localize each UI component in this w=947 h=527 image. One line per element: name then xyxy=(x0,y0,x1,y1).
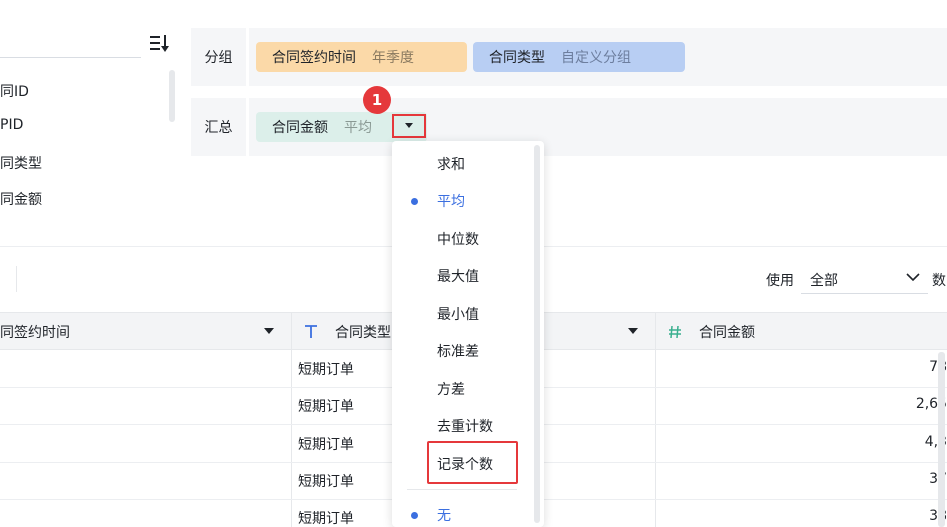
field-item[interactable]: PID xyxy=(0,117,23,133)
group-chip-contract-type[interactable]: 合同类型 自定义分组 xyxy=(473,42,685,72)
summary-drop-area[interactable]: 合同金额 平均 xyxy=(249,98,947,156)
column-separator xyxy=(655,312,656,527)
cell-contract-type: 短期订单 xyxy=(298,437,354,453)
chip-aggregation: 平均 xyxy=(344,120,372,136)
group-drop-area[interactable]: 合同签约时间 年季度 合同类型 自定义分组 xyxy=(249,28,947,86)
cell-contract-type: 短期订单 xyxy=(298,399,354,415)
selected-dot-icon xyxy=(411,198,418,205)
sort-icon xyxy=(150,35,169,52)
column-separator xyxy=(291,312,292,527)
summary-row-label: 汇总 xyxy=(191,98,246,156)
use-scope-value: 全部 xyxy=(810,273,838,289)
column-header-label: 合同类型 xyxy=(335,324,391,341)
menu-separator xyxy=(407,489,517,490)
number-type-icon xyxy=(669,325,681,338)
field-list-scrollbar[interactable] xyxy=(169,70,175,122)
cell-contract-type: 短期订单 xyxy=(298,474,354,490)
field-search-underline xyxy=(0,57,141,58)
menu-item-label: 无 xyxy=(437,508,451,524)
selected-dot-icon xyxy=(411,512,418,519)
menu-item-label: 去重计数 xyxy=(437,419,493,435)
group-chip-sign-date[interactable]: 合同签约时间 年季度 xyxy=(256,42,467,72)
group-row-label: 分组 xyxy=(191,28,246,86)
menu-item-label: 最小值 xyxy=(437,307,479,323)
menu-item-label: 记录个数 xyxy=(437,457,493,473)
menu-item-min[interactable]: 最小值 xyxy=(392,297,532,331)
use-label: 使用 xyxy=(766,273,794,289)
text-type-icon xyxy=(305,324,317,338)
column-header-sign-date[interactable]: 同签约时间 xyxy=(0,313,70,350)
chip-field-name: 合同类型 xyxy=(489,50,545,66)
menu-item-none[interactable]: 无 xyxy=(392,498,532,527)
menu-item-label: 方差 xyxy=(437,382,465,398)
menu-item-stddev[interactable]: 标准差 xyxy=(392,334,532,368)
chip-grouping: 自定义分组 xyxy=(561,50,631,66)
field-item[interactable]: 同金额 xyxy=(0,189,42,209)
aggregation-dropdown-button[interactable] xyxy=(392,114,426,138)
chip-granularity: 年季度 xyxy=(372,50,414,66)
column-menu-caret[interactable] xyxy=(628,328,638,334)
menu-item-distinct-count[interactable]: 去重计数 xyxy=(392,409,532,443)
field-item[interactable]: 同ID xyxy=(0,81,29,101)
toolbar-separator xyxy=(16,266,17,292)
menu-item-label: 最大值 xyxy=(437,269,479,285)
aggregation-menu: 求和 平均 中位数 最大值 最小值 标准差 方差 去重计数 记录个数 无 xyxy=(392,141,544,527)
column-header-contract-type[interactable]: 合同类型 xyxy=(304,313,391,350)
count-label: 数 xyxy=(932,273,946,289)
use-scope-select[interactable]: 全部 xyxy=(801,264,928,294)
sort-fields-button[interactable] xyxy=(149,33,175,55)
step-badge: 1 xyxy=(363,86,391,114)
menu-item-sum[interactable]: 求和 xyxy=(392,147,532,181)
menu-item-max[interactable]: 最大值 xyxy=(392,259,532,293)
menu-scrollbar[interactable] xyxy=(534,145,540,523)
menu-item-label: 标准差 xyxy=(437,344,479,360)
menu-item-label: 中位数 xyxy=(437,232,479,248)
column-header-label: 合同金额 xyxy=(699,324,755,341)
caret-down-icon xyxy=(405,123,413,128)
cell-contract-type: 短期订单 xyxy=(298,362,354,378)
column-header-amount[interactable]: 合同金额 xyxy=(668,313,755,350)
column-menu-caret[interactable] xyxy=(264,328,274,334)
menu-item-label: 求和 xyxy=(437,157,465,173)
chip-field-name: 合同签约时间 xyxy=(272,50,356,66)
table-scrollbar[interactable] xyxy=(938,352,945,527)
cell-contract-type: 短期订单 xyxy=(298,511,354,527)
menu-item-record-count[interactable]: 记录个数 xyxy=(392,447,532,481)
menu-item-median[interactable]: 中位数 xyxy=(392,222,532,256)
chevron-down-icon xyxy=(906,273,920,282)
chip-field-name: 合同金额 xyxy=(272,120,328,136)
menu-item-variance[interactable]: 方差 xyxy=(392,372,532,406)
menu-item-average[interactable]: 平均 xyxy=(392,184,532,218)
field-item[interactable]: 同类型 xyxy=(0,153,42,173)
menu-item-label: 平均 xyxy=(437,194,465,210)
